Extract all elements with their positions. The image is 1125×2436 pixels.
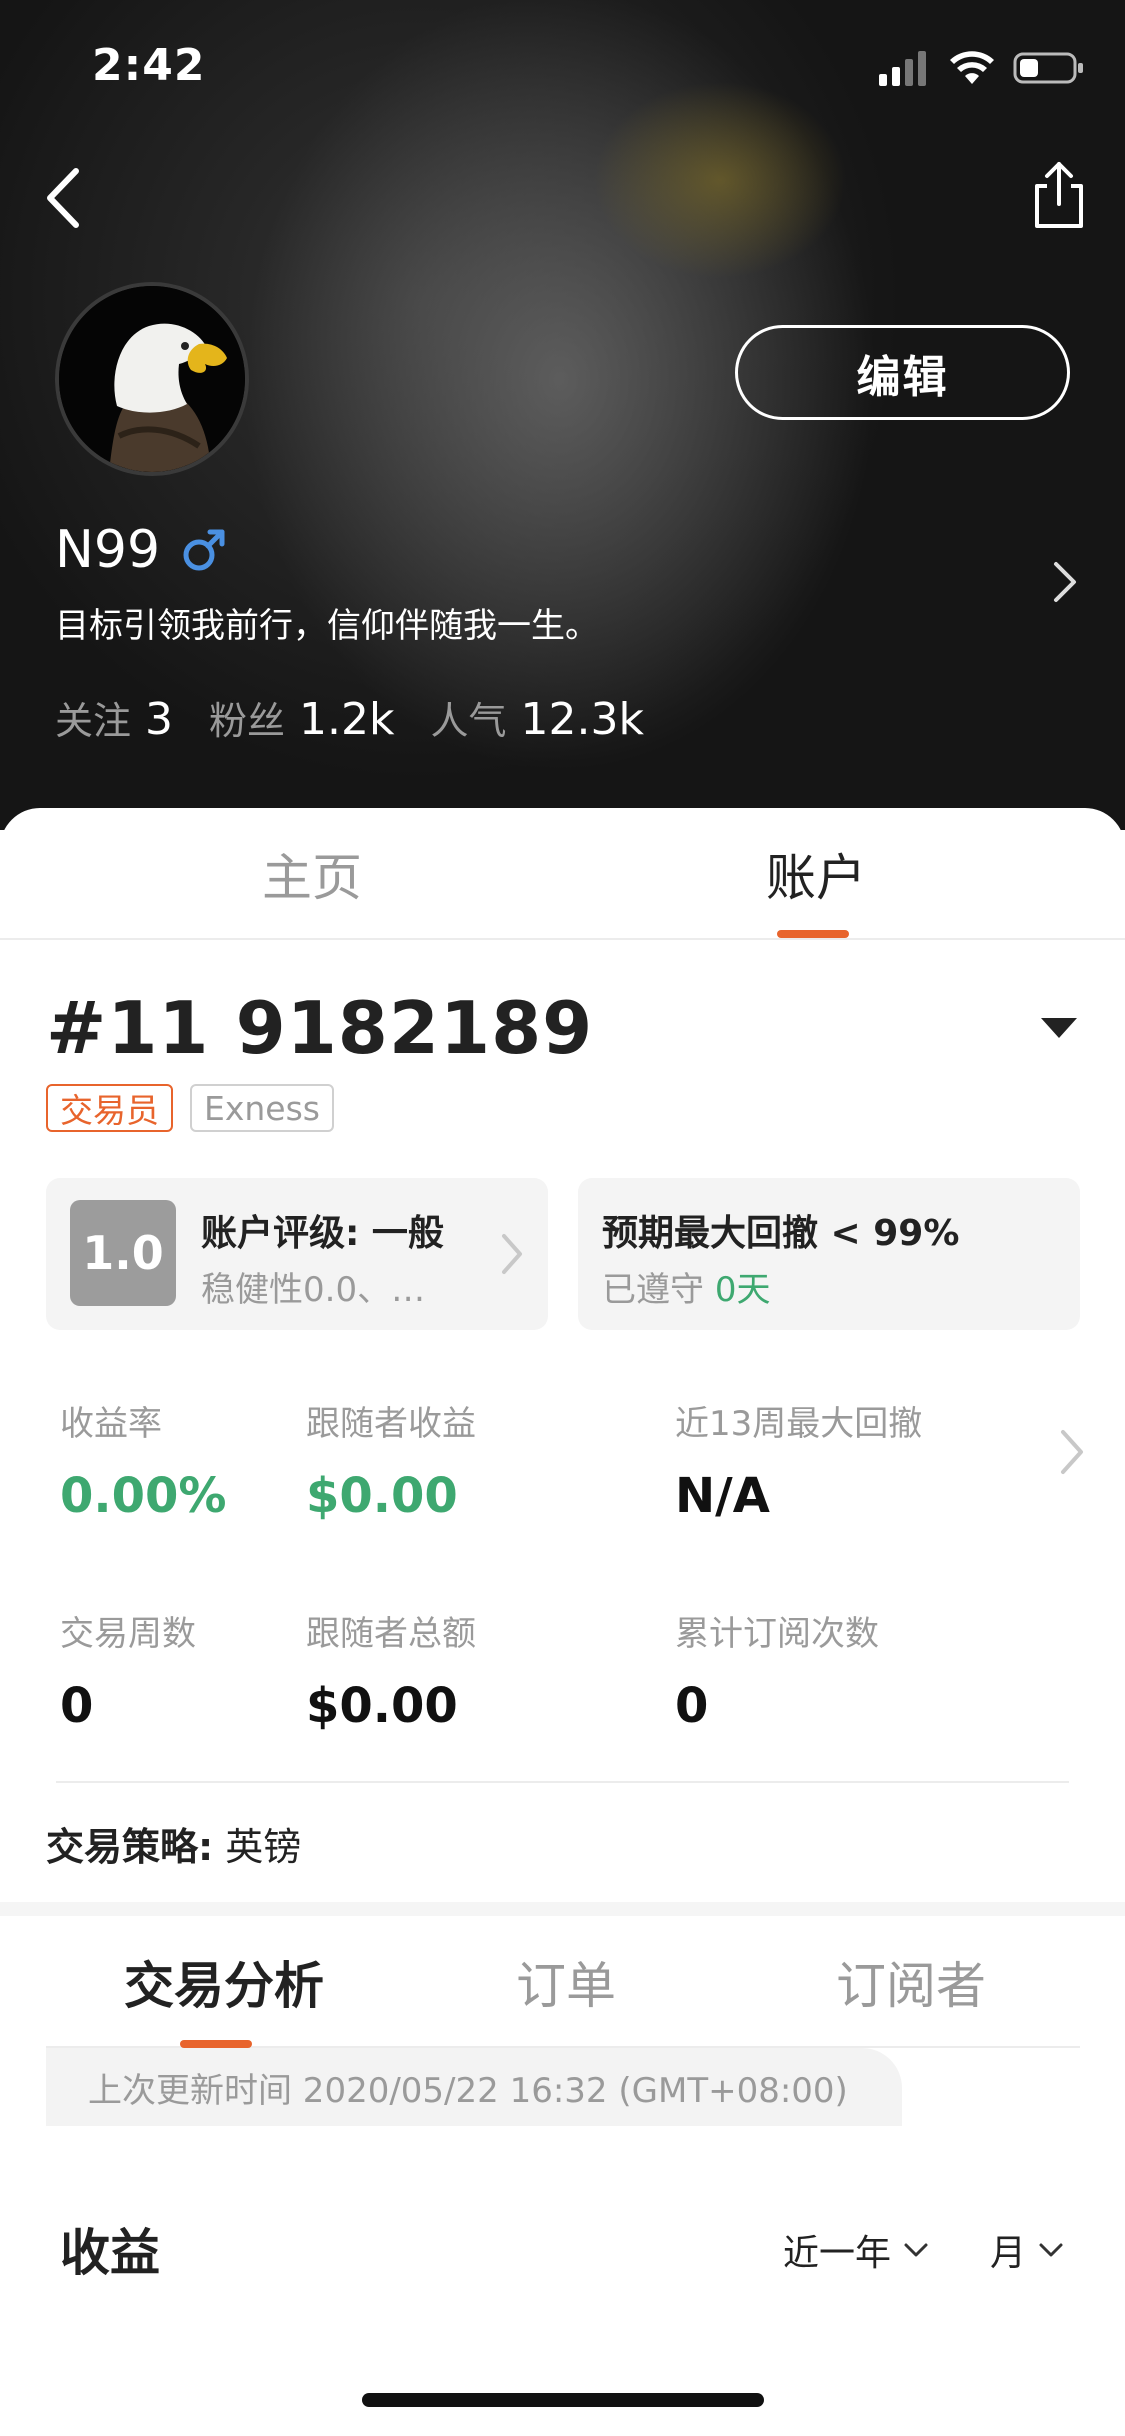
profile-tabs: 主页 账户 [0, 808, 1125, 940]
battery-icon [1013, 52, 1083, 84]
return-rate-value: 0.00% [60, 1468, 227, 1524]
share-icon[interactable] [1029, 160, 1089, 230]
rating-score: 1.0 [70, 1200, 176, 1306]
strategy-value: 英镑 [225, 1825, 302, 1869]
follower-total-value: $0.00 [306, 1678, 458, 1734]
followers-count[interactable]: 1.2k [299, 694, 394, 745]
male-gender-icon [183, 529, 225, 571]
account-number: #11 9182189 [46, 986, 594, 1070]
status-icons [879, 48, 1085, 88]
chevron-right-icon[interactable] [1050, 560, 1080, 604]
tab-home[interactable]: 主页 [262, 838, 362, 910]
trading-strategy: 交易策略: 英镑 [46, 1816, 301, 1871]
subscription-count-value: 0 [675, 1678, 709, 1734]
strategy-label: 交易策略: [46, 1825, 214, 1869]
following-label: 关注 [55, 699, 132, 743]
broker-badge: Exness [190, 1084, 334, 1132]
follower-profit-value: $0.00 [306, 1468, 458, 1524]
active-tab-indicator [777, 930, 849, 938]
wifi-icon [950, 51, 994, 84]
popularity-label: 人气 [430, 699, 507, 743]
return-rate-label: 收益率 [60, 1404, 162, 1444]
max-drawdown-label: 近13周最大回撤 [675, 1404, 923, 1444]
tab-trade-analysis[interactable]: 交易分析 [124, 1946, 324, 2018]
avatar[interactable] [55, 282, 249, 476]
analysis-tabs: 交易分析 订单 订阅者 [46, 1916, 1080, 2048]
subscription-count-label: 累计订阅次数 [675, 1614, 879, 1654]
period-select-value: 月 [990, 2233, 1027, 2274]
tab-subscribers[interactable]: 订阅者 [836, 1946, 986, 2018]
username-row: N99 [55, 520, 228, 580]
compliance-days: 0天 [714, 1270, 771, 1310]
tab-account[interactable]: 账户 [766, 838, 866, 910]
max-drawdown-value: N/A [675, 1468, 770, 1524]
drawdown-title: 预期最大回撤 < 99% [602, 1213, 960, 1254]
section-separator [0, 1902, 1125, 1916]
range-select[interactable]: 近一年 [783, 2224, 929, 2276]
trading-weeks-value: 0 [60, 1678, 94, 1734]
chevron-right-icon[interactable] [1059, 1428, 1085, 1476]
range-select-value: 近一年 [783, 2233, 892, 2274]
drawdown-status: 已遵守 0天 [602, 1262, 770, 1311]
back-icon[interactable] [40, 165, 90, 231]
signal-icon [879, 51, 926, 86]
active-subtab-indicator [180, 2040, 252, 2048]
trading-weeks-label: 交易周数 [60, 1614, 196, 1654]
bio: 目标引领我前行，信仰伴随我一生。 [55, 606, 599, 646]
last-update-time: 上次更新时间 2020/05/22 16:32 (GMT+08:00) [46, 2048, 902, 2126]
followers-label: 粉丝 [209, 699, 286, 743]
expected-drawdown-card: 预期最大回撤 < 99% 已遵守 0天 [578, 1178, 1080, 1330]
compliance-label: 已遵守 [602, 1270, 704, 1310]
follower-profit-label: 跟随者收益 [306, 1404, 476, 1444]
follower-total-label: 跟随者总额 [306, 1614, 476, 1654]
following-count[interactable]: 3 [145, 694, 173, 745]
profile-content: 主页 账户 #11 9182189 交易员 Exness 1.0 账户评级: 一… [0, 808, 1125, 2436]
rating-title: 账户评级: 一般 [201, 1213, 444, 1254]
status-time: 2:42 [92, 40, 206, 91]
divider [56, 1781, 1069, 1783]
account-rating-card[interactable]: 1.0 账户评级: 一般 稳健性0.0、… [46, 1178, 548, 1330]
edit-profile-button[interactable]: 编辑 [735, 325, 1070, 420]
chevron-down-icon [904, 2243, 928, 2257]
popularity-count: 12.3k [520, 694, 644, 745]
eagle-avatar-image [59, 286, 245, 472]
earnings-title: 收益 [60, 2224, 160, 2282]
social-stats: 关注 3 粉丝 1.2k 人气 12.3k [55, 690, 680, 745]
role-badge: 交易员 [46, 1084, 173, 1132]
home-indicator[interactable] [362, 2393, 764, 2407]
chevron-right-icon [502, 1234, 522, 1274]
chevron-down-icon [1039, 2243, 1063, 2257]
tab-orders[interactable]: 订单 [516, 1946, 616, 2018]
period-select[interactable]: 月 [990, 2224, 1064, 2276]
profile-header: 2:42 编辑 N99 目标引领我前行，信仰伴随我一生。 关注 3 粉丝 1.2… [0, 0, 1125, 830]
account-dropdown-icon[interactable] [1041, 1018, 1077, 1038]
username: N99 [55, 520, 161, 580]
rating-subtitle: 稳健性0.0、… [201, 1270, 426, 1310]
